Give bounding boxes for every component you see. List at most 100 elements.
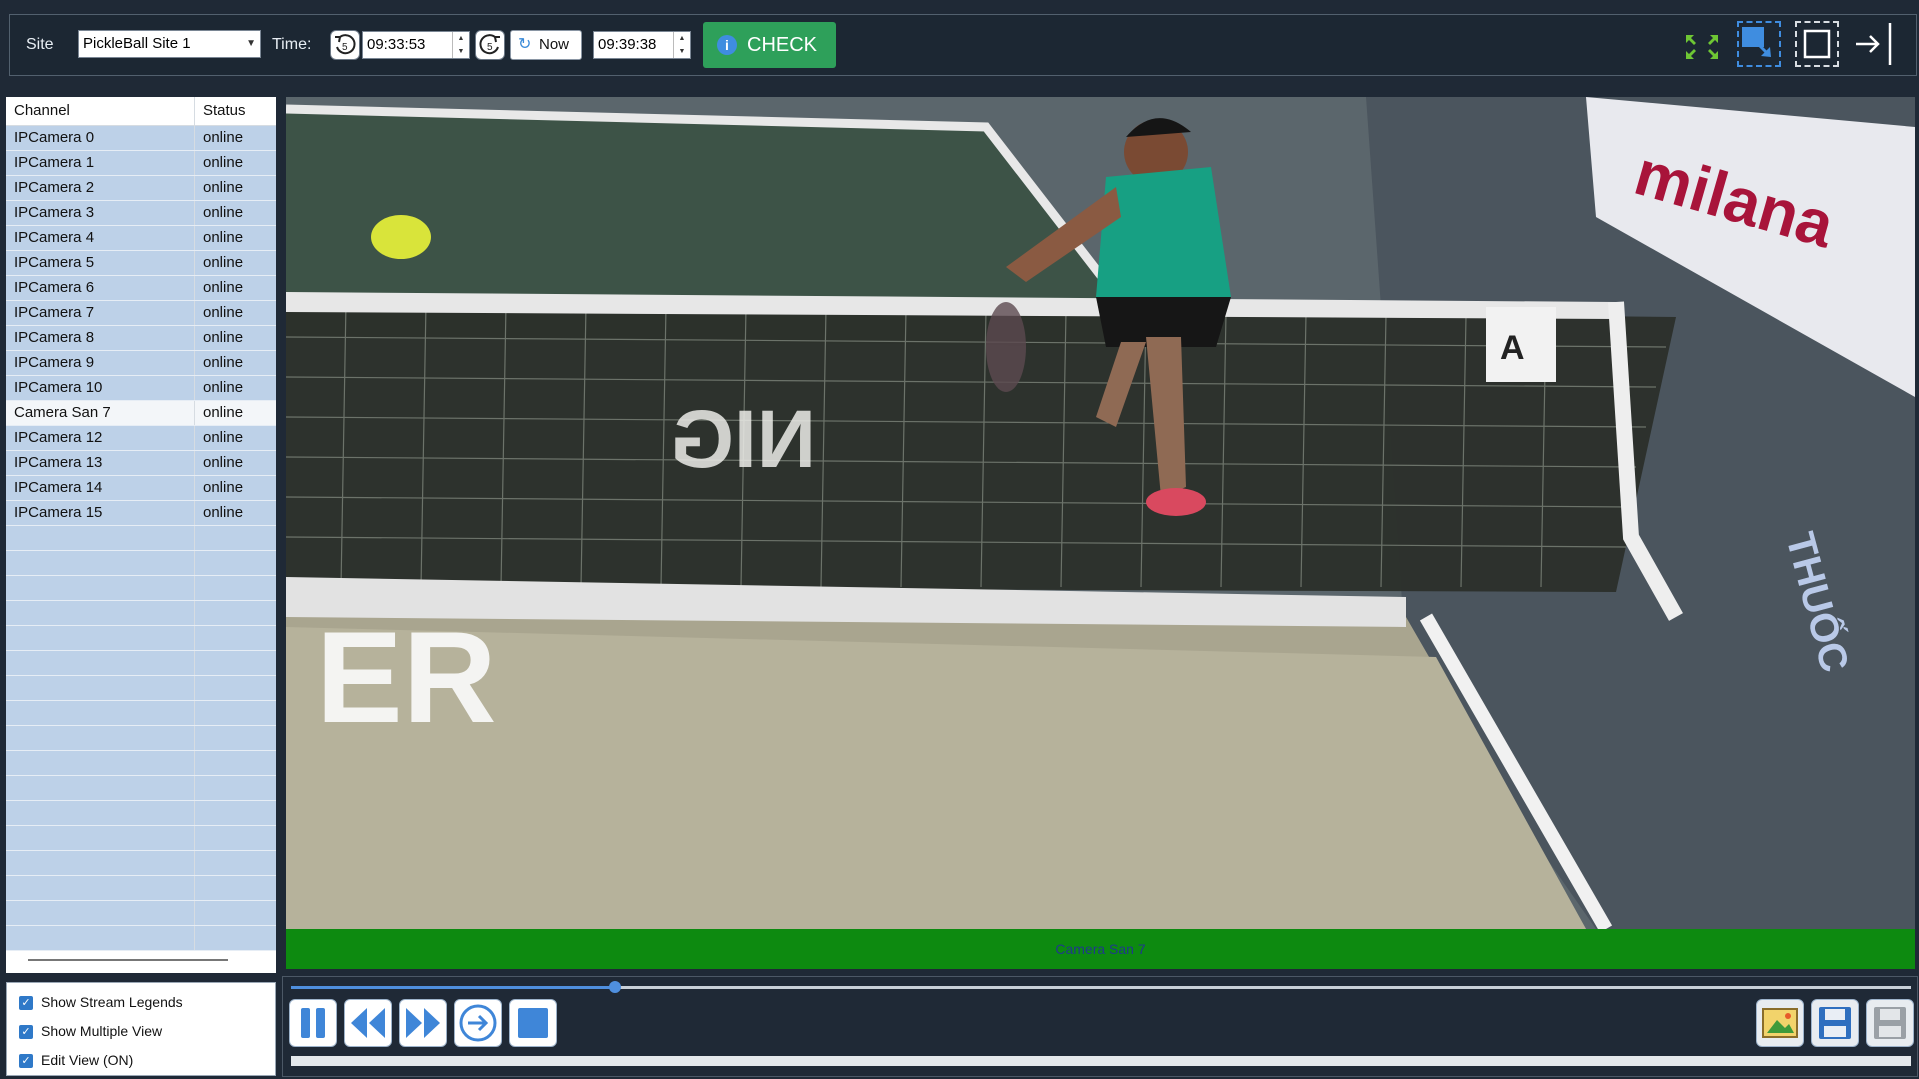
channel-name-cell: IPCamera 15 [6,501,195,525]
channel-name-cell: IPCamera 2 [6,176,195,200]
empty-cell [195,826,276,850]
empty-row [6,526,276,551]
fullscreen-button[interactable] [1795,21,1839,67]
empty-row [6,926,276,951]
seek-handle[interactable] [609,981,621,993]
table-row[interactable]: IPCamera 8 online [6,326,276,351]
table-row[interactable]: Camera San 7 online [6,401,276,426]
goto-button[interactable] [454,999,502,1047]
table-row[interactable]: IPCamera 14 online [6,476,276,501]
pause-button[interactable] [289,999,337,1047]
table-row[interactable]: IPCamera 6 online [6,276,276,301]
table-row[interactable]: IPCamera 13 online [6,451,276,476]
column-header-channel[interactable]: Channel [6,97,195,125]
channel-name-cell: IPCamera 5 [6,251,195,275]
expand-arrows-icon [1686,35,1718,59]
time-label: Time: [272,36,312,53]
empty-row [6,776,276,801]
start-time-spinner[interactable]: ▲ ▼ [452,32,469,58]
check-button[interactable]: i CHECK [703,22,836,68]
start-time-input[interactable]: 09:33:53 ▲ ▼ [362,31,470,59]
snapshot-button[interactable] [1756,999,1804,1047]
site-label: Site [26,36,54,53]
edit-view-label: Edit View (ON) [41,1052,134,1068]
channel-name-cell: IPCamera 12 [6,426,195,450]
show-multiple-view-label: Show Multiple View [41,1023,163,1039]
stop-button[interactable] [509,999,557,1047]
channel-name-cell: IPCamera 13 [6,451,195,475]
empty-cell [195,676,276,700]
fullscreen-icon [1803,29,1831,59]
empty-row [6,576,276,601]
save-icon [1819,1007,1851,1039]
restore-window-button[interactable] [1737,21,1781,67]
edit-view-checkbox[interactable]: ✓ Edit View (ON) [19,1052,134,1069]
empty-cell [6,601,195,625]
table-row[interactable]: IPCamera 3 online [6,201,276,226]
show-multiple-view-checkbox[interactable]: ✓ Show Multiple View [19,1023,163,1040]
channel-status-cell: online [203,179,244,196]
empty-cell [6,701,195,725]
rewind-5s-button[interactable]: 5 [330,30,360,60]
table-row[interactable]: IPCamera 9 online [6,351,276,376]
table-row[interactable]: IPCamera 12 online [6,426,276,451]
table-row[interactable]: IPCamera 10 online [6,376,276,401]
channel-status-cell: online [203,154,244,171]
table-row[interactable]: IPCamera 1 online [6,151,276,176]
empty-row [6,851,276,876]
table-row[interactable]: IPCamera 2 online [6,176,276,201]
empty-cell [195,801,276,825]
svg-text:5: 5 [342,42,348,53]
channel-status-cell: online [203,379,244,396]
empty-cell [195,601,276,625]
channel-status-cell: online [203,204,244,221]
empty-cell [195,901,276,925]
channel-status-cell: online [203,479,244,496]
channel-status-cell: online [203,329,244,346]
horizontal-scrollbar[interactable] [28,959,228,961]
forward-5s-button[interactable]: 5 [475,30,505,60]
end-time-input[interactable]: 09:39:38 ▲ ▼ [593,31,691,59]
table-row[interactable]: IPCamera 4 online [6,226,276,251]
now-button[interactable]: ↻ Now [510,30,582,60]
channel-status-cell: online [203,229,244,246]
channel-status-cell: online [203,429,244,446]
expand-button[interactable] [1680,21,1724,67]
empty-row [6,901,276,926]
fast-forward-button[interactable] [399,999,447,1047]
video-view[interactable]: milana A NIG ER THUỐC [286,97,1915,929]
channel-name-cell: IPCamera 10 [6,376,195,400]
rewind-button[interactable] [344,999,392,1047]
save-disabled-button[interactable] [1866,999,1914,1047]
channel-status-cell: online [203,279,244,296]
empty-cell [195,626,276,650]
empty-row [6,751,276,776]
rotate-left-5-icon: 5 [335,34,356,55]
empty-row [6,676,276,701]
table-row[interactable]: IPCamera 0 online [6,126,276,151]
save-button[interactable] [1811,999,1859,1047]
timeline-strip[interactable] [291,1056,1911,1066]
start-time-value: 09:33:53 [367,36,426,53]
site-select[interactable]: PickleBall Site 1 ▼ [78,30,261,58]
empty-cell [195,701,276,725]
empty-row [6,826,276,851]
svg-text:5: 5 [487,42,493,53]
show-stream-legends-checkbox[interactable]: ✓ Show Stream Legends [19,994,183,1011]
show-stream-legends-label: Show Stream Legends [41,994,183,1010]
exit-button[interactable] [1848,21,1892,67]
svg-text:A: A [1500,329,1525,367]
table-row[interactable]: IPCamera 15 online [6,501,276,526]
table-row[interactable]: IPCamera 5 online [6,251,276,276]
channel-name-cell: IPCamera 8 [6,326,195,350]
channel-status-cell: online [203,354,244,371]
empty-cell [6,801,195,825]
end-time-spinner[interactable]: ▲ ▼ [673,32,690,58]
now-label: Now [539,36,570,53]
empty-row [6,801,276,826]
snapshot-icon [1762,1008,1798,1038]
empty-cell [195,551,276,575]
empty-cell [6,876,195,900]
column-header-status[interactable]: Status [195,97,276,125]
table-row[interactable]: IPCamera 7 online [6,301,276,326]
